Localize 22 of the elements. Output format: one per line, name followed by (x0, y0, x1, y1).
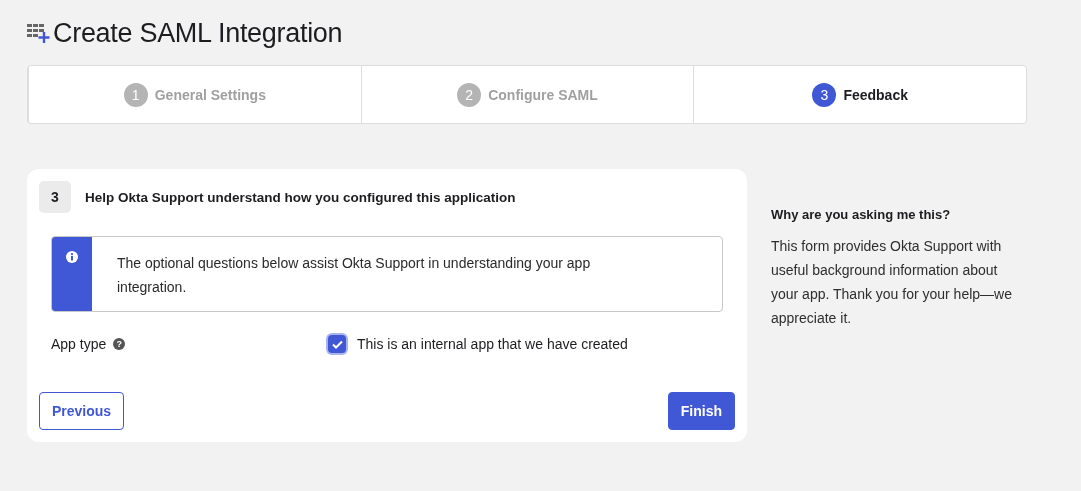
aside-text: This form provides Okta Support with useful background information about your app. Thank you for your help—we appreciate it. (771, 237, 1013, 328)
checkbox[interactable] (328, 335, 346, 353)
section-number: 3 (39, 181, 71, 213)
step-tab[interactable]: 3 Feedback (693, 66, 1026, 123)
info-icon (66, 251, 78, 263)
info-message: The optional questions below assist Okta Support in understanding your app integration. (116, 254, 592, 297)
aside-title: Why are you asking me this? (771, 207, 952, 222)
help-icon[interactable]: ? (113, 338, 126, 350)
step-number: 1 (123, 82, 148, 107)
app-grid-add-icon (27, 22, 51, 44)
step-number: 2 (457, 82, 482, 107)
field-label: App type (51, 336, 107, 352)
page-title: Create SAML Integration (53, 17, 343, 49)
previous-button[interactable]: Previous (39, 392, 125, 430)
step-label: General Settings (154, 86, 266, 103)
section-title: Help Okta Support understand how you configured this application (85, 189, 516, 205)
step-label: Configure SAML (488, 86, 598, 103)
checkbox-label: This is an internal app that we have created (357, 336, 628, 352)
finish-button[interactable]: Finish (667, 392, 735, 430)
step-number: 3 (812, 82, 837, 107)
step-label: Feedback (843, 86, 908, 103)
check-icon (331, 339, 343, 349)
